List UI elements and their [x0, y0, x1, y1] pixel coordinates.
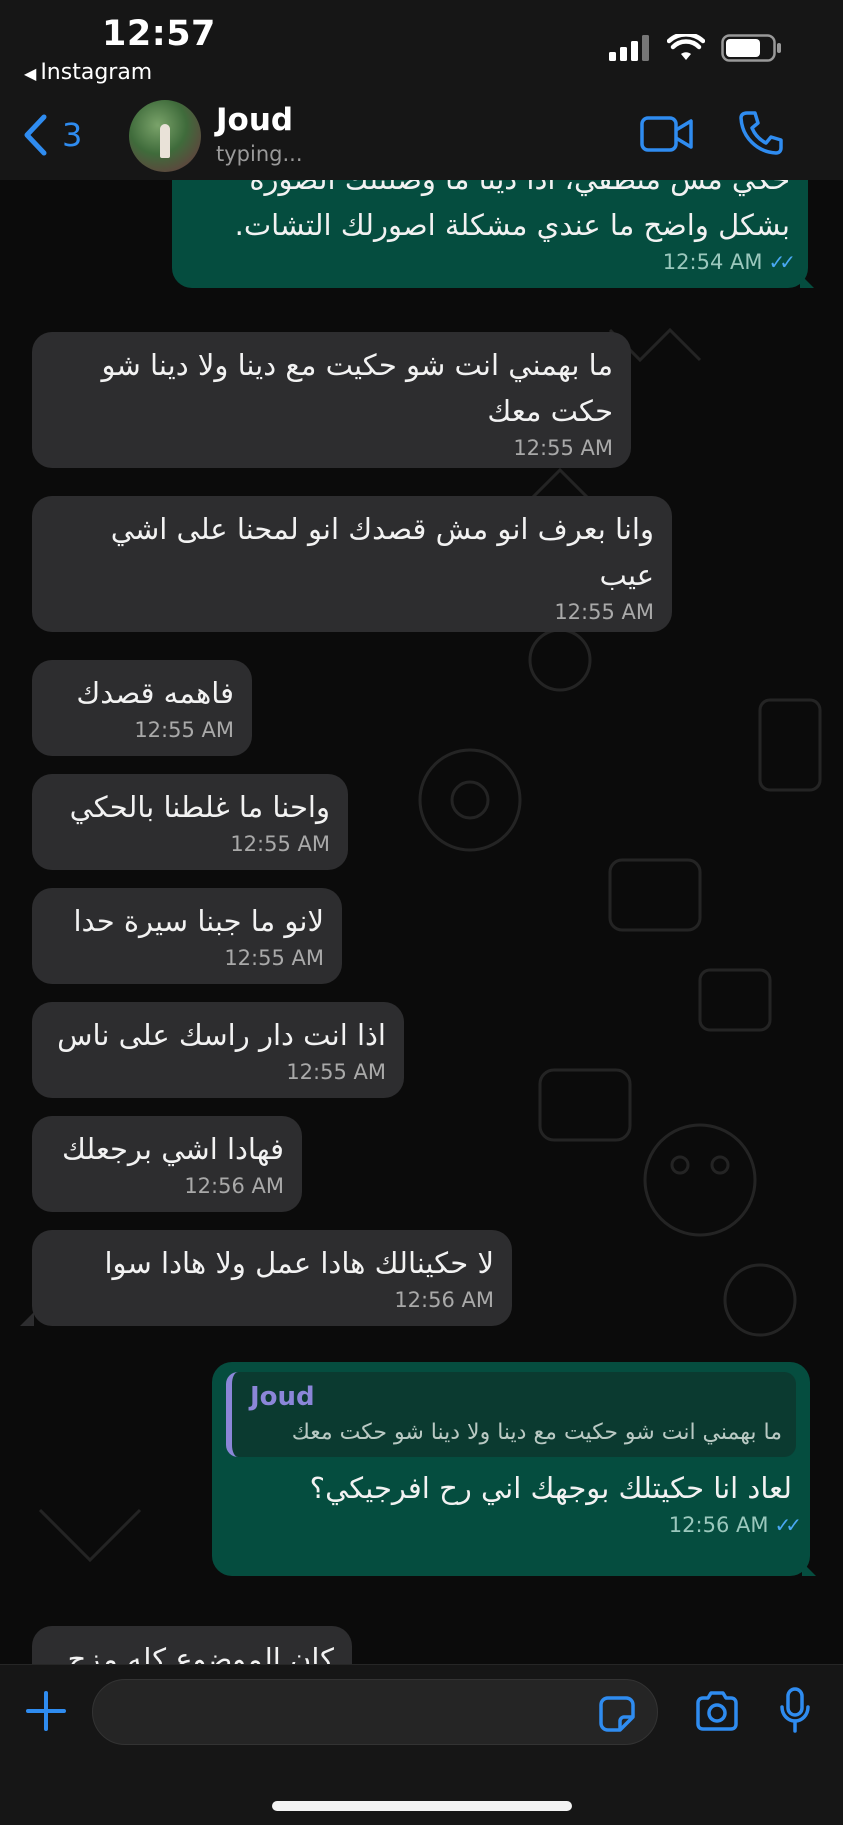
bubble-tail	[800, 274, 814, 288]
status-time: 12:57	[102, 14, 216, 54]
battery-icon	[721, 34, 781, 62]
camera-button[interactable]	[694, 1691, 740, 1735]
message-meta: 12:55 AM	[50, 718, 234, 742]
contact-avatar[interactable]	[129, 100, 201, 172]
message-meta: 12:56 AM ✓✓	[226, 1513, 802, 1537]
plus-icon	[26, 1691, 66, 1731]
message-time: 12:55 AM	[286, 1060, 386, 1084]
message-text: ما بهمني انت شو حكيت مع دينا ولا دينا شو…	[92, 348, 613, 428]
message-bubble-outgoing[interactable]: حكي مش منطقي، اذا دينا ما وصلتلك الصوره …	[172, 180, 808, 288]
voice-message-button[interactable]	[778, 1687, 812, 1739]
message-text: لعاد انا حكيتلك بوجهك اني رح افرجيكي؟	[309, 1471, 792, 1505]
back-app-label: Instagram	[40, 60, 153, 85]
message-text: حكي مش منطقي، اذا دينا ما وصلتلك الصوره …	[234, 180, 790, 242]
attach-button[interactable]	[24, 1689, 68, 1737]
voice-call-button[interactable]	[738, 110, 784, 160]
message-bubble-incoming[interactable]: لا حكينالك هادا عمل ولا هادا سوا 12:56 A…	[32, 1230, 512, 1326]
chat-header: 3 Joud typing...	[0, 92, 843, 181]
back-triangle-icon: ◀	[24, 64, 37, 83]
message-bubble-incoming[interactable]: واحنا ما غلطنا بالحكي 12:55 AM	[32, 774, 348, 870]
back-chevron-icon	[24, 114, 47, 156]
message-time: 12:56 AM	[394, 1288, 494, 1312]
message-input[interactable]	[92, 1679, 658, 1745]
message-text: لا حكينالك هادا عمل ولا هادا سوا	[104, 1246, 494, 1280]
message-meta: 12:56 AM	[50, 1288, 494, 1312]
message-bubble-incoming[interactable]: كان الموضوع كله مزح	[32, 1626, 352, 1664]
message-bubble-incoming[interactable]: فهادا اشي برجعلك 12:56 AM	[32, 1116, 302, 1212]
message-bubble-outgoing-reply[interactable]: Joud ما بهمني انت شو حكيت مع دينا ولا دي…	[212, 1362, 810, 1576]
message-text: كان الموضوع كله مزح	[67, 1642, 334, 1664]
video-call-icon	[640, 116, 693, 152]
message-time: 12:55 AM	[230, 832, 330, 856]
message-text: لانو ما جبنا سيرة حدا	[73, 904, 324, 938]
message-meta: 12:54 AM ✓✓	[190, 250, 796, 274]
message-bubble-incoming[interactable]: وانا بعرف انو مش قصدك انو لمحنا على اشي …	[32, 496, 672, 632]
camera-icon	[696, 1691, 738, 1731]
message-list[interactable]: حكي مش منطقي، اذا دينا ما وصلتلك الصوره …	[0, 180, 843, 1664]
quoted-text: ما بهمني انت شو حكيت مع دينا ولا دينا شو…	[291, 1420, 782, 1445]
contact-name[interactable]: Joud	[216, 102, 293, 138]
unread-count: 3	[62, 116, 83, 154]
message-meta: 12:55 AM	[50, 946, 324, 970]
message-time: 12:55 AM	[224, 946, 324, 970]
message-time: 12:54 AM	[662, 250, 763, 274]
home-indicator[interactable]	[272, 1801, 572, 1811]
signal-icon	[609, 35, 649, 61]
message-meta: 12:56 AM	[50, 1174, 284, 1198]
message-bubble-incoming[interactable]: اذا انت دار راسك على ناس 12:55 AM	[32, 1002, 404, 1098]
quoted-author: Joud	[250, 1382, 315, 1412]
message-bubble-incoming[interactable]: لانو ما جبنا سيرة حدا 12:55 AM	[32, 888, 342, 984]
phone-icon	[739, 111, 783, 155]
message-text: فاهمه قصدك	[76, 676, 234, 710]
back-button[interactable]: 3	[22, 114, 82, 156]
read-ticks-icon: ✓✓	[768, 250, 795, 274]
message-meta: 12:55 AM	[50, 436, 613, 460]
message-time: 12:55 AM	[134, 718, 234, 742]
contact-status: typing...	[216, 142, 303, 166]
message-meta: 12:55 AM	[50, 832, 330, 856]
message-time: 12:55 AM	[554, 600, 654, 624]
composer-bar	[0, 1664, 843, 1825]
quoted-message[interactable]: Joud ما بهمني انت شو حكيت مع دينا ولا دي…	[226, 1372, 796, 1457]
message-time: 12:56 AM	[668, 1513, 769, 1537]
wifi-icon	[667, 34, 705, 60]
message-meta: 12:55 AM	[50, 1060, 386, 1084]
microphone-icon	[780, 1687, 810, 1733]
read-ticks-icon: ✓✓	[774, 1513, 801, 1537]
message-bubble-incoming[interactable]: فاهمه قصدك 12:55 AM	[32, 660, 252, 756]
message-text: وانا بعرف انو مش قصدك انو لمحنا على اشي …	[101, 512, 654, 592]
back-to-app-link[interactable]: ◀ Instagram	[24, 60, 152, 85]
sticker-icon	[599, 1696, 635, 1732]
message-text: اذا انت دار راسك على ناس	[57, 1018, 386, 1052]
message-time: 12:56 AM	[184, 1174, 284, 1198]
message-text: فهادا اشي برجعلك	[61, 1132, 284, 1166]
message-meta: 12:55 AM	[50, 600, 654, 624]
status-bar: 12:57 ◀ Instagram	[0, 0, 843, 92]
status-icons	[609, 34, 783, 62]
sticker-button[interactable]	[598, 1695, 636, 1737]
video-call-button[interactable]	[640, 114, 694, 158]
message-time: 12:55 AM	[513, 436, 613, 460]
bubble-tail	[802, 1562, 816, 1576]
bubble-tail	[20, 1312, 34, 1326]
message-text: واحنا ما غلطنا بالحكي	[69, 790, 330, 824]
message-bubble-incoming[interactable]: ما بهمني انت شو حكيت مع دينا ولا دينا شو…	[32, 332, 631, 468]
